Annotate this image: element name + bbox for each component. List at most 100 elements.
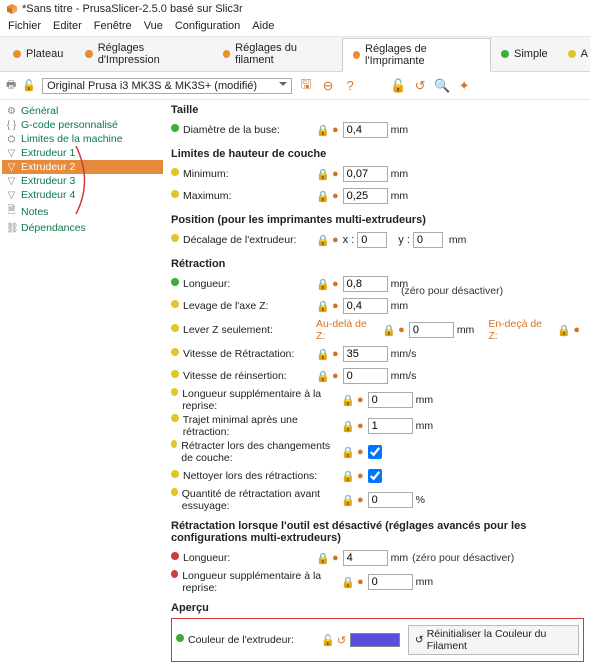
sidebar-item-limits[interactable]: ⛭Limites de la machine <box>2 132 163 146</box>
section-retraction: Rétraction <box>171 258 584 270</box>
tab-printer[interactable]: Réglages de l'Imprimante <box>342 38 491 72</box>
delete-icon[interactable]: ⊖ <box>320 78 336 94</box>
tab-filament[interactable]: Réglages du filament <box>212 37 342 71</box>
below-label: En-deçà de Z: <box>488 318 553 342</box>
dot-icon <box>171 552 179 560</box>
lock-icon[interactable]: 🔒 <box>341 470 353 483</box>
field-label: Levage de l'axe Z: <box>183 300 268 312</box>
hint-label: (zéro pour désactiver) <box>412 552 514 564</box>
layer-checkbox[interactable] <box>368 445 382 459</box>
row-max: Maximum: 🔒● mm <box>171 186 584 206</box>
dot-icon <box>171 470 179 478</box>
nozzle-input[interactable] <box>343 122 388 138</box>
mintravel-input[interactable] <box>368 418 413 434</box>
dot-icon <box>171 168 179 176</box>
unlock-icon[interactable]: 🔓 <box>321 634 333 647</box>
unit-label: % <box>416 494 425 506</box>
field-label: Vitesse de réinsertion: <box>183 370 287 382</box>
bullet-icon: ● <box>573 324 580 336</box>
row-min: Minimum: 🔒● mm <box>171 164 584 184</box>
sidebar-item-extruder4[interactable]: ▽Extrudeur 4 <box>2 188 163 202</box>
dot-icon <box>171 324 179 332</box>
braces-icon: { } <box>6 120 17 131</box>
row-offset: Décalage de l'extrudeur: 🔒● x : y : mm <box>171 230 584 250</box>
menu-window[interactable]: Fenêtre <box>94 20 132 32</box>
menu-help[interactable]: Aide <box>252 20 274 32</box>
field-label: Minimum: <box>183 168 229 180</box>
extra-input[interactable] <box>368 392 413 408</box>
sidebar-item-notes[interactable]: 🗎Notes <box>2 202 163 221</box>
wipeamt-input[interactable] <box>368 492 413 508</box>
dis-len-input[interactable] <box>343 550 388 566</box>
search-icon[interactable]: 🔍 <box>434 78 450 94</box>
lock-icon[interactable]: 🔒 <box>316 278 328 291</box>
lock-icon[interactable]: 🔒 <box>341 446 353 459</box>
help-icon[interactable]: ? <box>342 78 358 94</box>
zabove-input[interactable] <box>409 322 454 338</box>
lock-icon[interactable]: 🔒 <box>316 300 328 313</box>
retr-len-input[interactable] <box>343 276 388 292</box>
hint-label: (zéro pour désactiver) <box>401 285 503 297</box>
revert-icon[interactable]: ↺ <box>337 634 346 647</box>
sidebar-item-gcode[interactable]: { }G-code personnalisé <box>2 118 163 132</box>
bullet-icon: ● <box>332 552 339 564</box>
sidebar-item-extruder1[interactable]: ▽Extrudeur 1 <box>2 146 163 160</box>
menu-file[interactable]: Fichier <box>8 20 41 32</box>
mode-simple[interactable]: Simple <box>491 44 558 64</box>
tab-print[interactable]: Réglages d'Impression <box>74 37 211 71</box>
dis-extra-input[interactable] <box>368 574 413 590</box>
tab-bar: Plateau Réglages d'Impression Réglages d… <box>0 37 590 72</box>
lock-icon[interactable]: 🔒 <box>557 324 569 337</box>
tab-plater[interactable]: Plateau <box>2 43 74 65</box>
menu-edit[interactable]: Editer <box>53 20 82 32</box>
dot-icon <box>568 50 576 58</box>
dot-icon <box>171 300 179 308</box>
unlock-icon[interactable]: 🔓 <box>390 78 406 94</box>
mode-a[interactable]: A <box>558 44 588 64</box>
menu-config[interactable]: Configuration <box>175 20 240 32</box>
section-preview: Aperçu <box>171 602 584 614</box>
gear-icon: ⚙ <box>6 106 17 117</box>
lock-icon[interactable]: 🔒 <box>341 494 353 507</box>
sidebar-item-deps[interactable]: ⛓Dépendances <box>2 221 163 235</box>
preset-select[interactable]: Original Prusa i3 MK3S & MK3S+ (modifié) <box>42 78 292 94</box>
extruder-icon: ▽ <box>6 148 17 159</box>
lock-icon[interactable]: 🔒 <box>316 370 328 383</box>
revert-icon: ↺ <box>415 634 424 646</box>
dot-icon <box>353 51 360 59</box>
lock-icon[interactable]: 🔒 <box>382 324 394 337</box>
menu-view[interactable]: Vue <box>144 20 163 32</box>
offset-y-input[interactable] <box>413 232 443 248</box>
revert-icon[interactable]: ↺ <box>412 78 428 94</box>
menu-bar: Fichier Editer Fenêtre Vue Configuration… <box>0 18 590 37</box>
lock-icon[interactable]: 🔒 <box>316 348 328 361</box>
save-icon[interactable]: 🖫 <box>298 78 314 94</box>
compare-icon[interactable]: ✦ <box>456 78 472 94</box>
offset-x-input[interactable] <box>357 232 387 248</box>
dot-icon <box>171 190 179 198</box>
tab-label: Plateau <box>26 48 63 60</box>
sidebar-item-general[interactable]: ⚙Général <box>2 104 163 118</box>
unit-label: mm <box>416 576 434 588</box>
lock-icon[interactable]: 🔒 <box>316 190 328 203</box>
lock-icon[interactable]: 🔒 <box>316 168 328 181</box>
lock-icon[interactable]: 🔒 <box>316 552 328 565</box>
color-swatch[interactable] <box>350 633 400 647</box>
sidebar-item-extruder2[interactable]: ▽Extrudeur 2 <box>2 160 163 174</box>
zlift-input[interactable] <box>343 298 388 314</box>
lock-icon[interactable]: 🔒 <box>316 234 328 247</box>
min-input[interactable] <box>343 166 388 182</box>
dspeed-input[interactable] <box>343 368 388 384</box>
lock-icon[interactable]: 🔒 <box>341 394 353 407</box>
reset-color-button[interactable]: ↺Réinitialiser la Couleur du Filament <box>408 625 579 655</box>
lock-icon[interactable]: 🔒 <box>316 124 328 137</box>
max-input[interactable] <box>343 188 388 204</box>
wipe-checkbox[interactable] <box>368 469 382 483</box>
lock-icon[interactable]: 🔒 <box>341 420 353 433</box>
unit-label: mm <box>391 168 409 180</box>
sidebar: ⚙Général { }G-code personnalisé ⛭Limites… <box>0 100 165 666</box>
rspeed-input[interactable] <box>343 346 388 362</box>
sidebar-item-extruder3[interactable]: ▽Extrudeur 3 <box>2 174 163 188</box>
extruder-icon: ▽ <box>6 190 17 201</box>
lock-icon[interactable]: 🔒 <box>341 576 353 589</box>
